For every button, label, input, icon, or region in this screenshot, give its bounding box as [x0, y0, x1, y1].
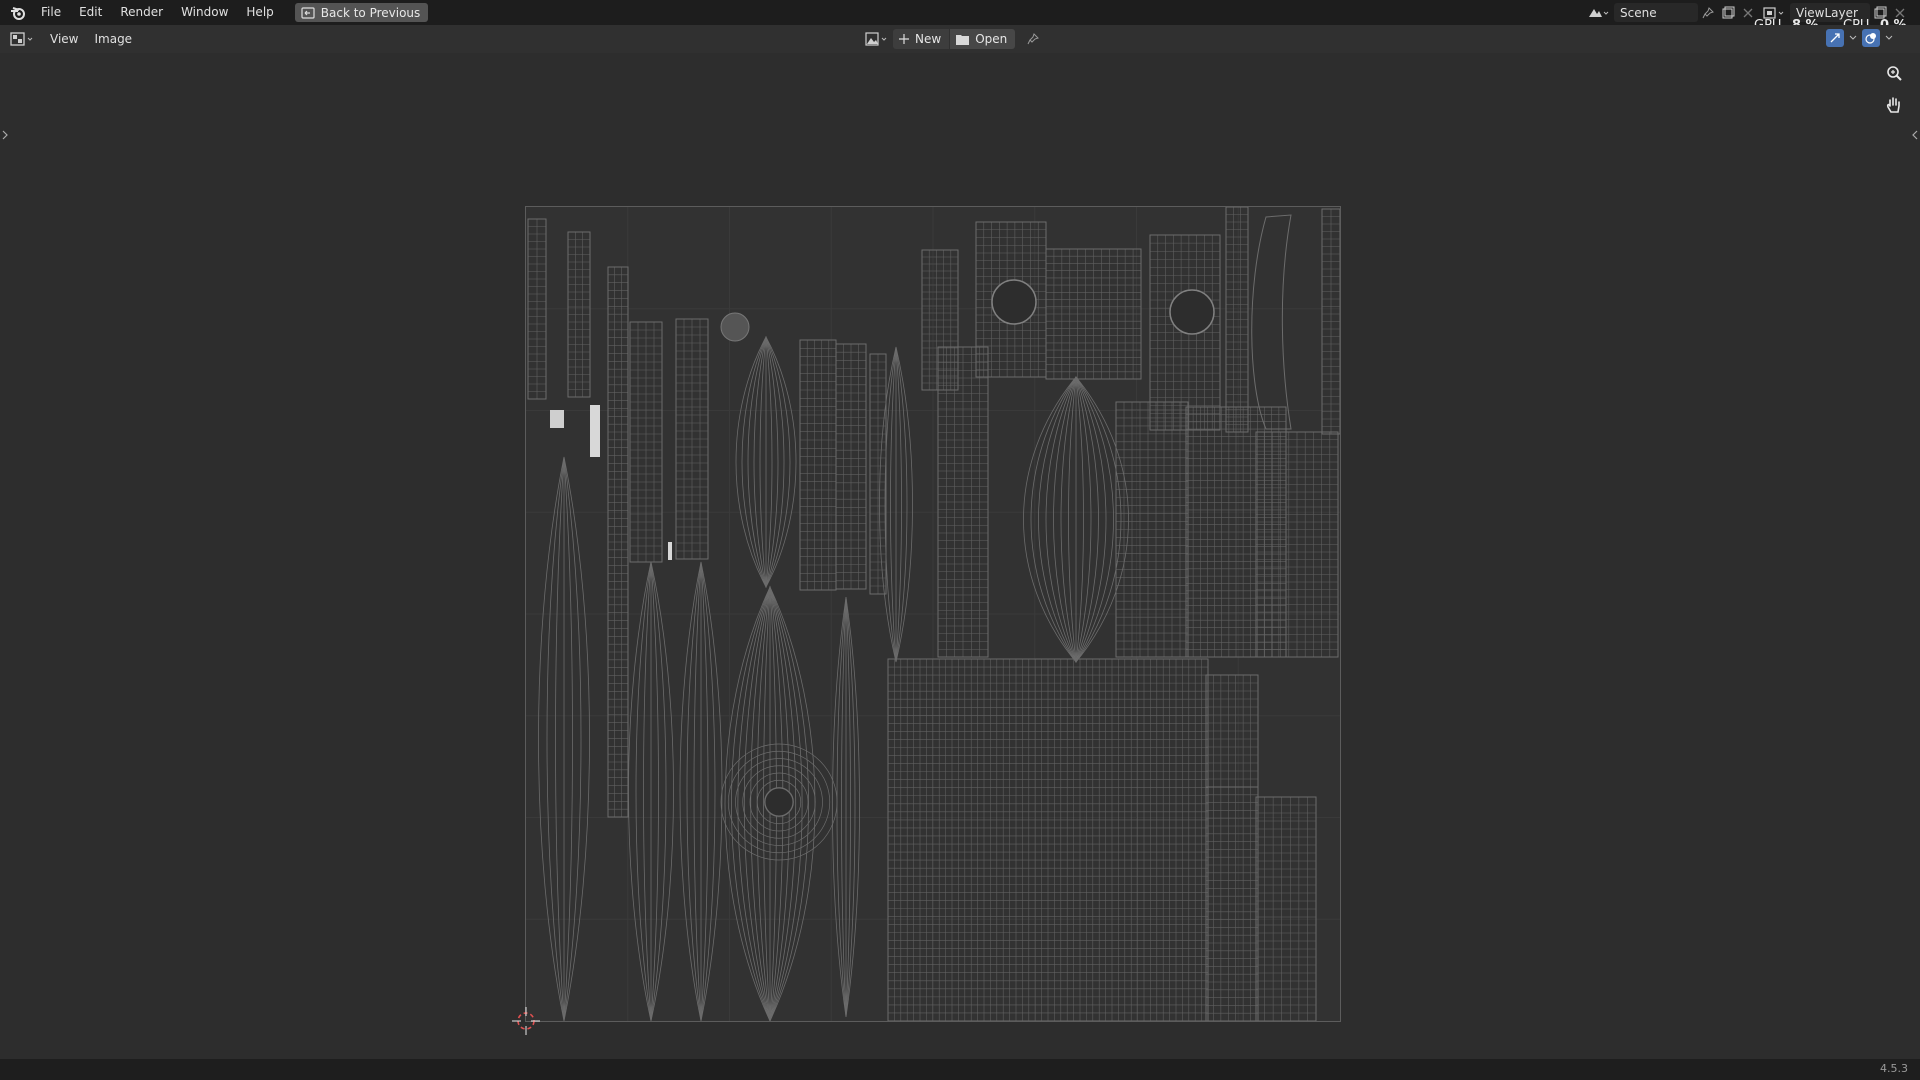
image-browse-dropdown[interactable] [863, 30, 891, 49]
close-icon [1895, 8, 1905, 17]
close-icon [1743, 8, 1753, 17]
uv-island-mesh [676, 319, 708, 559]
blender-logo-icon[interactable] [10, 5, 26, 21]
uv-image-area[interactable] [525, 206, 1341, 1023]
uv-selected-face [590, 405, 600, 457]
menu-window[interactable]: Window [172, 0, 237, 25]
image-browse-icon [865, 32, 887, 46]
blender-version: 4.5.3 [1880, 1062, 1908, 1075]
image-editor-icon [10, 32, 33, 46]
uv-island-mesh [608, 267, 628, 817]
overlay-icon [1865, 33, 1876, 44]
chevron-down-icon[interactable] [1884, 34, 1894, 42]
uv-island-mesh [870, 354, 886, 594]
zoom-gizmo[interactable] [1882, 62, 1906, 86]
menu-view[interactable]: View [42, 32, 86, 46]
uv-island-mesh [1116, 402, 1188, 657]
pin-icon [1702, 6, 1714, 18]
uv-hole [991, 279, 1037, 325]
hand-icon [1886, 97, 1900, 113]
uv-island-mesh [888, 659, 1208, 1021]
open-image-label: Open [975, 32, 1008, 46]
scene-icon [1589, 8, 1609, 17]
folder-icon [956, 34, 970, 45]
uv-island-mesh [938, 347, 988, 657]
menu-image[interactable]: Image [86, 32, 140, 46]
uv-island-mesh [1322, 209, 1340, 434]
gizmo-icon [1830, 33, 1840, 43]
toolbar-expand-icon[interactable] [1, 129, 9, 141]
uv-wireframe [526, 206, 1341, 1023]
uv-island-mesh [630, 322, 662, 562]
uv-island-mesh [1226, 207, 1248, 432]
uv-hole [1169, 289, 1215, 335]
editor-type-dropdown[interactable] [8, 29, 38, 49]
pin-icon [1027, 33, 1040, 45]
uv-island-mesh [1046, 249, 1141, 379]
menu-help[interactable]: Help [237, 0, 282, 25]
scene-type-dropdown[interactable] [1584, 3, 1612, 22]
chevron-down-icon[interactable] [1848, 34, 1858, 42]
uv-island-mesh [1256, 797, 1316, 1021]
2d-cursor-icon[interactable] [511, 1006, 541, 1036]
scene-pin-button[interactable] [1698, 3, 1718, 22]
menu-render[interactable]: Render [111, 0, 172, 25]
overlay-controls [1826, 29, 1894, 47]
open-image-button[interactable]: Open [950, 29, 1016, 49]
gizmo-toggle-button[interactable] [1826, 29, 1844, 47]
menu-edit[interactable]: Edit [70, 0, 111, 25]
uv-island-mesh [836, 344, 866, 589]
uv-island-mesh [800, 340, 836, 590]
uv-island-mesh [1206, 675, 1258, 787]
plus-icon [899, 34, 909, 44]
back-to-previous-label: Back to Previous [320, 5, 421, 20]
menu-file[interactable]: File [32, 0, 70, 25]
sidebar-expand-icon[interactable] [1911, 129, 1919, 141]
scene-name: Scene [1620, 5, 1657, 20]
pan-gizmo[interactable] [1882, 93, 1906, 117]
uv-island-mesh [1206, 787, 1258, 1021]
image-controls: New Open [863, 29, 1043, 49]
image-pin-button[interactable] [1023, 30, 1043, 49]
top-bar: File Edit Render Window Help Back to Pre… [0, 0, 1920, 25]
duplicate-icon [1722, 6, 1734, 19]
zoom-icon [1887, 66, 1902, 81]
scene-selector-group: Scene [1584, 3, 1758, 22]
uv-selected-face [668, 542, 672, 560]
status-bar: 4.5.3 [0, 1059, 1920, 1080]
overlay-toggle-button[interactable] [1862, 29, 1880, 47]
scene-duplicate-button[interactable] [1718, 3, 1738, 22]
new-image-label: New [915, 32, 942, 46]
uv-hole [764, 787, 794, 817]
scene-name-field[interactable]: Scene [1614, 3, 1698, 22]
uv-selected-face [550, 410, 564, 428]
back-to-previous-button[interactable]: Back to Previous [294, 3, 429, 22]
back-to-previous-icon [301, 6, 315, 19]
uv-island [720, 312, 750, 342]
uv-island [1251, 214, 1292, 430]
uv-island-mesh [922, 250, 958, 390]
uv-island-mesh [568, 232, 590, 397]
uv-island-mesh [528, 219, 546, 399]
new-image-button[interactable]: New [893, 29, 950, 49]
